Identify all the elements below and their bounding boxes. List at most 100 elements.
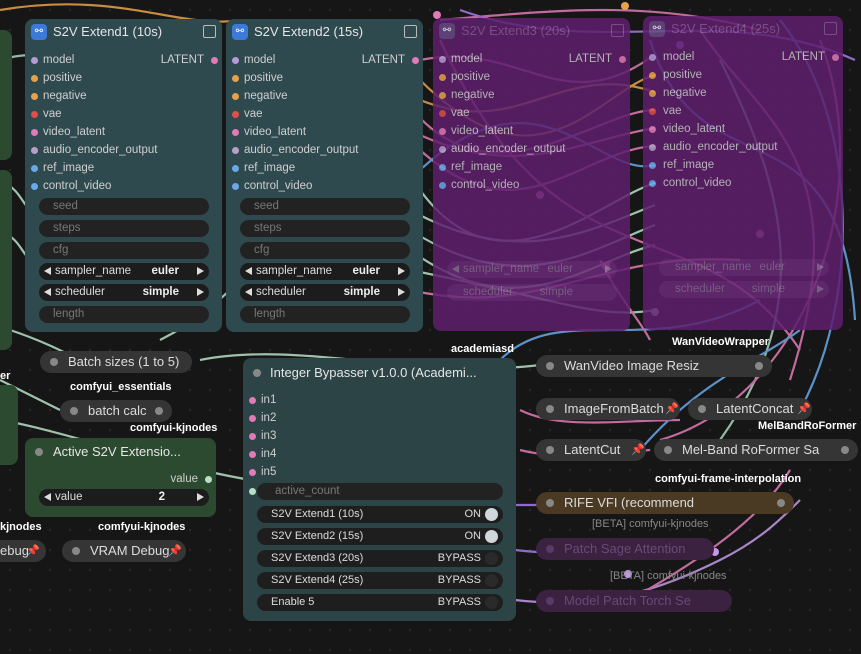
length-widget[interactable]: length [39,306,209,323]
arrow-right-icon[interactable] [398,267,405,275]
input-slot-dot[interactable] [439,128,446,135]
input-slot-dot[interactable] [649,54,656,61]
toggle-knob[interactable] [485,552,498,565]
expand-icon[interactable] [611,24,624,37]
latent-cut-node[interactable]: LatentCut 📌 [536,439,646,461]
slot-dot[interactable] [155,407,163,415]
input-slot-dot[interactable] [249,415,256,422]
input-slot-dot[interactable] [232,129,239,136]
input-slot-dot[interactable] [649,162,656,169]
arrow-left-icon[interactable] [44,288,51,296]
slot-dot[interactable] [546,446,554,454]
slot-dot[interactable] [698,405,706,413]
scheduler-combo[interactable]: scheduler simple [659,281,829,298]
value-combo[interactable]: value 2 [39,489,209,506]
arrow-right-icon[interactable] [197,267,204,275]
batch-sizes-node[interactable]: Batch sizes (1 to 5) [40,351,192,373]
input-slot-dot[interactable] [232,75,239,82]
input-slot-dot[interactable] [31,129,38,136]
output-slot-dot[interactable] [205,476,212,483]
toggle-s2v-extend3[interactable]: S2V Extend3 (20s) BYPASS [257,550,503,567]
seed-widget[interactable]: seed [240,198,410,215]
arrow-right-icon[interactable] [197,288,204,296]
active-count-widget[interactable]: active_count [257,483,503,500]
arrow-left-icon[interactable] [245,267,252,275]
s2v-extend4-node[interactable]: ⚯ S2V Extend4 (25s) model LATENT positive… [643,16,843,330]
s2v-extend3-node[interactable]: ⚯ S2V Extend3 (20s) model LATENT positive… [433,18,630,331]
input-slot-dot[interactable] [31,75,38,82]
input-slot-dot[interactable] [249,451,256,458]
collapse-dot-icon[interactable] [253,369,261,377]
input-slot-dot[interactable] [232,165,239,172]
arrow-right-icon[interactable] [197,493,204,501]
partial-node-left-mid[interactable] [0,170,12,350]
input-slot-dot[interactable] [31,111,38,118]
arrow-left-icon[interactable] [245,288,252,296]
slot-dot[interactable] [546,362,554,370]
scheduler-combo[interactable]: scheduler simple [447,284,617,301]
expand-icon[interactable] [203,25,216,38]
sampler-combo[interactable]: sampler_name euler [447,261,617,278]
output-slot-dot[interactable] [412,57,419,64]
arrow-left-icon[interactable] [452,265,459,273]
toggle-s2v-extend2[interactable]: S2V Extend2 (15s) ON [257,528,503,545]
sampler-combo[interactable]: sampler_name euler [240,263,410,280]
toggle-s2v-extend1[interactable]: S2V Extend1 (10s) ON [257,506,503,523]
input-slot-dot[interactable] [31,57,38,64]
input-slot-dot[interactable] [232,57,239,64]
input-slot-dot[interactable] [31,183,38,190]
input-slot-dot[interactable] [649,180,656,187]
melband-roformer-node[interactable]: Mel-Band RoFormer Sa [654,439,858,461]
slot-dot[interactable] [664,446,672,454]
slot-dot[interactable] [546,499,554,507]
arrow-left-icon[interactable] [44,267,51,275]
sampler-combo[interactable]: sampler_name euler [39,263,209,280]
toggle-knob[interactable] [485,596,498,609]
input-slot-dot[interactable] [249,469,256,476]
toggle-knob[interactable] [485,508,498,521]
input-slot-dot[interactable] [249,397,256,404]
toggle-knob[interactable] [485,530,498,543]
integer-bypasser-node[interactable]: Integer Bypasser v1.0.0 (Academi... in1 … [243,358,516,621]
input-slot-dot[interactable] [649,108,656,115]
vram-debug-node[interactable]: VRAM Debug 📌 [62,540,186,562]
slot-dot[interactable] [777,499,785,507]
cfg-widget[interactable]: cfg [39,242,209,259]
input-slot-dot[interactable] [249,433,256,440]
input-slot-dot[interactable] [232,93,239,100]
input-slot-dot[interactable] [649,72,656,79]
steps-widget[interactable]: steps [240,220,410,237]
output-slot-dot[interactable] [619,56,626,63]
latent-concat-node[interactable]: LatentConcat 📌 [688,398,812,420]
input-slot-dot[interactable] [31,147,38,154]
image-from-batch-node[interactable]: ImageFromBatch 📌 [536,398,680,420]
output-slot-dot[interactable] [211,57,218,64]
toggle-knob[interactable] [485,574,498,587]
slot-dot[interactable] [546,545,554,553]
scheduler-combo[interactable]: scheduler simple [240,284,410,301]
steps-widget[interactable]: steps [39,220,209,237]
input-slot-dot[interactable] [649,90,656,97]
input-slot-dot[interactable] [439,146,446,153]
collapse-dot-icon[interactable] [35,448,43,456]
arrow-right-icon[interactable] [605,265,612,273]
input-slot-dot[interactable] [439,56,446,63]
input-slot-dot[interactable] [232,183,239,190]
input-slot-dot[interactable] [649,144,656,151]
partial-node-left-top[interactable] [0,30,12,160]
input-slot-dot[interactable] [31,165,38,172]
slot-dot[interactable] [546,597,554,605]
patch-sage-attention-node[interactable]: Patch Sage Attention [536,538,714,560]
partial-node-left-low[interactable] [0,385,18,465]
arrow-right-icon[interactable] [817,285,824,293]
input-slot-dot[interactable] [249,488,256,495]
input-slot-dot[interactable] [31,93,38,100]
scheduler-combo[interactable]: scheduler simple [39,284,209,301]
slot-dot[interactable] [546,405,554,413]
s2v-extend1-node[interactable]: ⚯ S2V Extend1 (10s) model LATENT positive… [25,19,222,332]
input-slot-dot[interactable] [649,126,656,133]
sampler-combo[interactable]: sampler_name euler [659,259,829,276]
model-patch-torch-node[interactable]: Model Patch Torch Se [536,590,732,612]
input-slot-dot[interactable] [439,182,446,189]
slot-dot[interactable] [72,547,80,555]
